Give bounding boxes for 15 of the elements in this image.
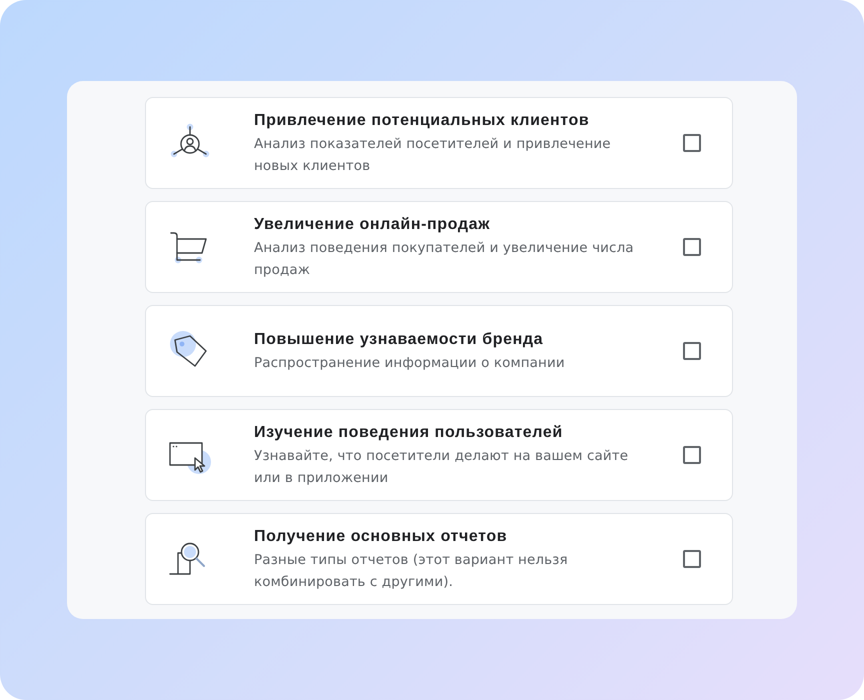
option-title: Получение основных отчетов [254,527,508,547]
option-title: Повышение узнаваемости бренда [254,330,544,350]
option-title: Привлечение потенциальных клиентов [254,111,590,131]
checkbox[interactable] [683,446,701,464]
option-description: Узнавайте, что посетители делают на вашем сайте или в приложении [254,447,630,488]
checkbox[interactable] [683,134,701,152]
checkbox[interactable] [683,550,701,568]
option-title: Увеличение онлайн-продаж [254,215,490,235]
checkbox[interactable] [683,238,701,256]
option-description: Анализ показателей посетителей и привлечение новых клиентов [254,135,612,176]
option-description: Анализ поведения покупателей и увеличение числа продаж [254,239,635,280]
option-description: Распространение информации о компании [254,354,565,373]
option-title: Изучение поведения пользователей [254,423,563,443]
checkbox[interactable] [683,342,701,360]
option-description: Разные типы отчетов (этот вариант нельзя комбинировать с другими). [254,551,569,592]
